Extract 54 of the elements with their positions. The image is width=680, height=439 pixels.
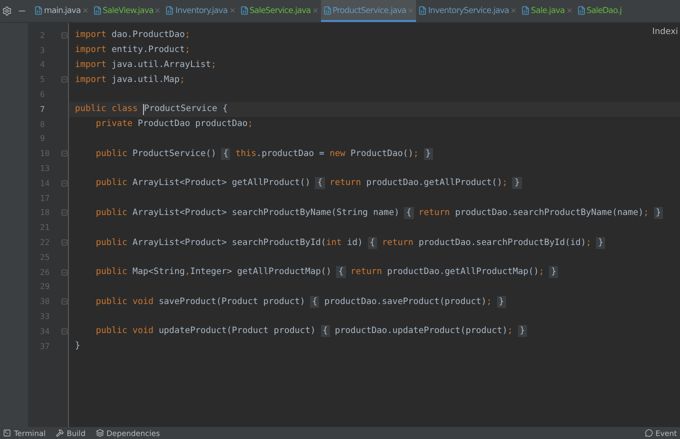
text-caret [143,104,144,115]
code-line: import entity.Product; [75,45,190,56]
fold-icon[interactable] [61,328,68,335]
java-file-icon [34,6,43,14]
close-icon[interactable] [154,6,162,14]
close-icon[interactable] [566,6,573,14]
java-file-icon [418,6,428,14]
file-tab[interactable]: ProductService.java [320,0,416,22]
fold-icon[interactable] [61,180,68,187]
close-icon[interactable] [510,6,517,14]
code-line: } [75,341,80,352]
java-file-icon [520,6,530,14]
fold-icon[interactable] [61,239,68,246]
fold-icon[interactable] [61,298,68,306]
java-file-icon [240,6,248,14]
file-tab[interactable]: Sale.java [518,0,575,22]
file-tab[interactable]: SaleService.java [238,0,321,22]
file-tab[interactable]: SaleView.java [90,0,164,22]
fold-icon[interactable] [61,76,68,84]
code-line: import java.util.Map; [75,74,185,85]
code-line: private ProductDao productDao; [94,119,253,130]
file-tab[interactable]: main.java [32,0,91,22]
java-file-icon [576,6,586,14]
java-file-icon [322,6,332,14]
line-number: 7 [40,104,45,114]
java-file-icon [92,6,102,14]
indexing-notice: Indexi [652,27,678,37]
code-line: public ProductService() { this.productDao = new ProductDao(); } [94,148,434,160]
layers-icon [96,429,104,437]
code-line: public void saveProduct(Product product) { productDao.saveProduct(product); } [94,296,507,308]
code-line: import dao.ProductDao; [75,30,190,40]
speech-bubble-icon [644,429,652,437]
file-tab[interactable]: SaleDao.j [574,0,624,22]
close-icon[interactable] [82,6,89,14]
fold-icon[interactable] [61,209,68,216]
close-icon[interactable] [407,6,414,14]
code-line: public ArrayList<Product> getAllProduct() { return productDao.getAllProduct(); } [94,177,523,190]
hammer-icon [56,429,64,437]
fold-icon[interactable] [61,268,68,276]
code-line: public void updateProduct(Product product) { productDao.updateProduct(product); } [94,325,528,338]
file-tab[interactable]: InventoryService.java [416,0,519,22]
code-line: public class ProductService { [75,104,228,115]
terminal-icon [3,429,11,437]
fold-icon[interactable] [61,150,68,158]
close-icon[interactable] [312,6,319,14]
settings-icon[interactable] [2,6,12,16]
code-line: import java.util.ArrayList; [75,60,216,70]
java-file-icon [165,6,174,14]
close-icon[interactable] [228,6,236,14]
code-line: public ArrayList<Product> searchProductById(int id) { return productDao.searchProductById(id); } [94,236,606,249]
code-line: public Map<String,Integer> getAllProductMap() { return productDao.getAllProductMap(); } [94,266,560,278]
fold-icon[interactable] [61,32,68,39]
code-line: public ArrayList<Product> searchProductByName(String name) { return productDao.searchProductByName(name); } [94,206,664,219]
file-tab[interactable]: Inventory.java [163,0,238,22]
